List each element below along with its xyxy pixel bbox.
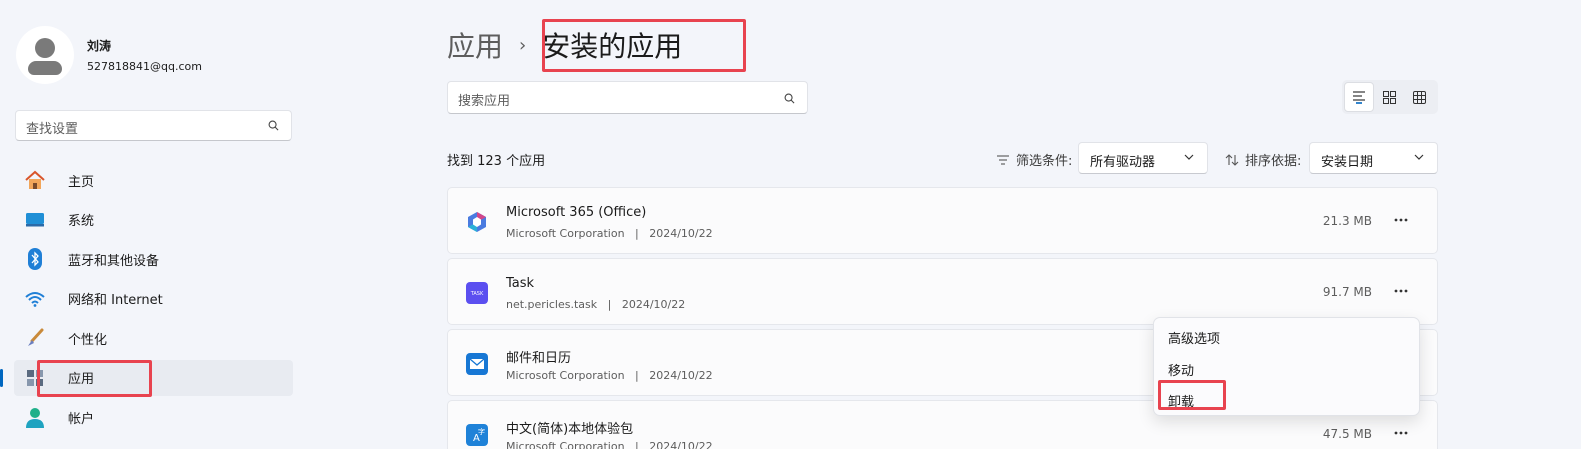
sort-label-wrap: 排序依据: xyxy=(1225,150,1301,169)
more-options-button[interactable] xyxy=(1391,423,1411,443)
app-size: 21.3 MB xyxy=(1322,214,1372,228)
account-icon xyxy=(24,407,46,429)
highlight-box-apps xyxy=(37,360,152,397)
app-name: Microsoft 365 (Office) xyxy=(506,205,647,220)
user-profile[interactable]: 刘涛 527818841@qq.com xyxy=(16,26,202,84)
office-icon xyxy=(468,212,486,232)
search-apps-input[interactable]: 搜索应用 xyxy=(447,81,808,114)
brush-icon xyxy=(24,327,46,349)
app-meta: Microsoft Corporation | 2024/10/22 xyxy=(506,369,713,382)
breadcrumb-separator: › xyxy=(519,34,527,56)
mail-calendar-icon xyxy=(466,353,488,375)
bluetooth-icon xyxy=(24,248,46,271)
active-indicator xyxy=(0,368,3,387)
sidebar-item-personalization[interactable]: 个性化 xyxy=(14,320,293,356)
app-meta: Microsoft Corporation | 2024/10/22 xyxy=(506,440,713,449)
app-row[interactable]: TASK Task net.pericles.task | 2024/10/22… xyxy=(447,258,1438,325)
monitor-icon xyxy=(24,209,46,231)
sidebar-item-bluetooth[interactable]: 蓝牙和其他设备 xyxy=(14,241,293,277)
search-icon xyxy=(268,120,279,131)
menu-item-advanced-options[interactable]: 高级选项 xyxy=(1168,328,1220,347)
more-icon xyxy=(1394,431,1408,435)
app-name: 邮件和日历 xyxy=(506,351,572,366)
highlight-box-uninstall xyxy=(1158,380,1226,410)
svg-text:TASK: TASK xyxy=(470,291,484,297)
filter-icon xyxy=(997,154,1009,165)
list-view-icon xyxy=(1353,91,1365,104)
chevron-down-icon xyxy=(1414,154,1424,160)
sort-dropdown[interactable]: 安装日期 xyxy=(1309,142,1438,174)
app-row[interactable]: Microsoft 365 (Office) Microsoft Corpora… xyxy=(447,187,1438,254)
more-options-button[interactable] xyxy=(1391,210,1411,230)
more-icon xyxy=(1394,289,1408,293)
app-publisher: Microsoft Corporation xyxy=(506,369,625,382)
settings-search-input[interactable]: 查找设置 xyxy=(15,110,292,141)
grid-view-icon xyxy=(1382,90,1396,104)
app-name: Task xyxy=(506,276,535,291)
chevron-down-icon xyxy=(1184,154,1194,160)
app-count: 找到 123 个应用 xyxy=(447,154,546,169)
filter-label: 筛选条件: xyxy=(1016,154,1073,169)
app-date: 2024/10/22 xyxy=(621,298,686,311)
task-icon: TASK xyxy=(466,282,488,304)
app-name: 中文(简体)本地体验包 xyxy=(506,422,634,437)
grid-view-button[interactable] xyxy=(1374,82,1404,112)
more-options-button[interactable] xyxy=(1391,281,1411,301)
search-icon xyxy=(784,93,795,104)
settings-search-placeholder: 查找设置 xyxy=(26,122,79,137)
sidebar-item-accounts[interactable]: 帐户 xyxy=(14,400,293,436)
app-size: 91.7 MB xyxy=(1322,285,1372,299)
sidebar-item-label: 个性化 xyxy=(68,332,108,348)
search-apps-placeholder: 搜索应用 xyxy=(458,94,511,109)
filter-label-wrap: 筛选条件: xyxy=(996,150,1072,169)
table-view-icon xyxy=(1412,90,1426,104)
sidebar-item-label: 系统 xyxy=(68,214,95,230)
profile-name: 刘涛 xyxy=(87,39,112,53)
app-date: 2024/10/22 xyxy=(649,440,713,449)
svg-text:字: 字 xyxy=(478,427,485,436)
app-publisher: Microsoft Corporation xyxy=(506,440,625,449)
sort-icon xyxy=(1225,153,1239,166)
sidebar-item-label: 网络和 Internet xyxy=(68,293,163,309)
view-toggle xyxy=(1342,80,1438,114)
sidebar-item-system[interactable]: 系统 xyxy=(14,202,293,238)
sidebar-item-network[interactable]: 网络和 Internet xyxy=(14,281,293,317)
sidebar-item-label: 主页 xyxy=(68,174,95,190)
home-icon xyxy=(24,169,46,191)
highlight-box-title xyxy=(542,19,746,72)
breadcrumb-parent[interactable]: 应用 xyxy=(447,25,503,65)
sort-label: 排序依据: xyxy=(1245,154,1302,169)
sidebar-nav: 主页 系统 蓝牙和其他设备 网络和 Internet 个性化 应用 帐户 xyxy=(0,162,293,439)
app-date: 2024/10/22 xyxy=(649,227,713,240)
app-date: 2024/10/22 xyxy=(649,369,713,382)
avatar[interactable] xyxy=(16,26,74,84)
sidebar-item-home[interactable]: 主页 xyxy=(14,162,293,198)
menu-item-move[interactable]: 移动 xyxy=(1168,360,1194,379)
app-meta: Microsoft Corporation | 2024/10/22 xyxy=(506,227,713,240)
profile-email: 527818841@qq.com xyxy=(87,60,202,73)
more-icon xyxy=(1394,218,1408,222)
app-publisher: Microsoft Corporation xyxy=(506,227,625,240)
wifi-icon xyxy=(24,288,46,310)
sidebar: 刘涛 527818841@qq.com 查找设置 主页 系统 蓝牙和其他设备 网… xyxy=(0,0,310,449)
sort-value: 安装日期 xyxy=(1321,155,1374,170)
app-publisher: net.pericles.task xyxy=(506,298,598,311)
app-meta: net.pericles.task | 2024/10/22 xyxy=(506,298,686,311)
sidebar-item-label: 蓝牙和其他设备 xyxy=(68,253,160,269)
table-view-button[interactable] xyxy=(1404,82,1434,112)
filter-dropdown[interactable]: 所有驱动器 xyxy=(1078,142,1208,174)
sidebar-item-label: 帐户 xyxy=(68,412,95,428)
app-size: 47.5 MB xyxy=(1322,427,1372,441)
filter-value: 所有驱动器 xyxy=(1090,155,1156,170)
language-pack-icon: A 字 xyxy=(466,424,488,446)
list-view-button[interactable] xyxy=(1344,82,1374,112)
